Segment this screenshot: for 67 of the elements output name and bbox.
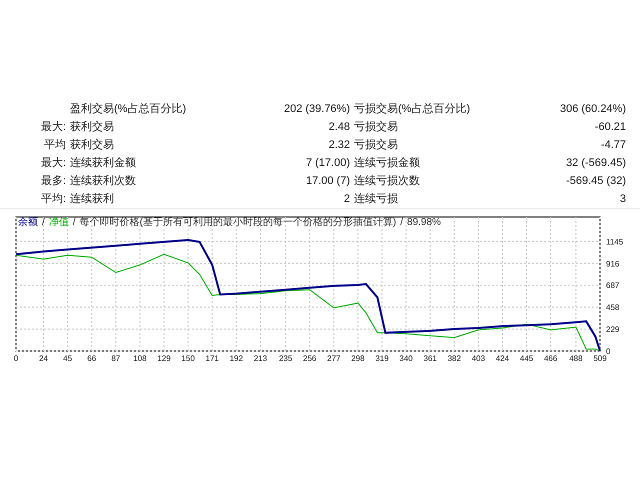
stat-label: 连续获利 bbox=[70, 192, 115, 207]
row-prefix: 最大: bbox=[40, 156, 66, 169]
separator: / bbox=[72, 218, 76, 228]
stat-label: 亏损交易 bbox=[354, 120, 399, 135]
y-tick-label: 458 bbox=[606, 303, 620, 312]
stat-value: 3 bbox=[618, 192, 626, 207]
x-tick-label: 466 bbox=[544, 354, 558, 363]
stat-label: 连续获利金额 bbox=[70, 156, 137, 171]
stat-label: 连续亏损金额 bbox=[354, 156, 421, 171]
x-tick-label: 277 bbox=[327, 354, 340, 363]
stat-label: 获利交易 bbox=[70, 120, 115, 135]
x-tick-label: 382 bbox=[448, 354, 461, 363]
legend-text: 每个即时价格(基于所有可利用的最小时段的每一个价格的分形插值计算) bbox=[80, 218, 396, 228]
x-tick-label: 298 bbox=[351, 354, 365, 363]
stat-label: 亏损交易 bbox=[354, 138, 399, 153]
y-tick-label: 1145 bbox=[606, 237, 624, 246]
x-tick-label: 256 bbox=[303, 354, 316, 363]
stat-value: 2.48 bbox=[328, 120, 350, 135]
x-tick-label: 488 bbox=[569, 354, 583, 363]
stat-value: 32 (-569.45) bbox=[565, 156, 626, 171]
y-tick-label: 229 bbox=[606, 325, 620, 334]
x-tick-label: 192 bbox=[230, 354, 243, 363]
stat-label: 连续亏损次数 bbox=[354, 174, 421, 189]
stat-value: 2 bbox=[342, 192, 350, 207]
legend-item: 净值 bbox=[48, 218, 69, 228]
separator: / bbox=[42, 218, 45, 228]
x-tick-label: 129 bbox=[157, 354, 171, 363]
row-prefix: 最多: bbox=[40, 174, 66, 187]
stat-value: -569.45 (32) bbox=[565, 174, 626, 189]
row-prefix: 平均 bbox=[44, 138, 66, 151]
stat-label: 亏损交易(%占总百分比) bbox=[354, 102, 472, 117]
x-tick-label: 171 bbox=[206, 354, 219, 363]
x-tick-label: 213 bbox=[254, 354, 268, 363]
x-tick-label: 108 bbox=[133, 354, 147, 363]
stat-label: 连续亏损 bbox=[354, 192, 399, 207]
stat-value: 17.00 (7) bbox=[304, 174, 350, 189]
legend-text: 89.98% bbox=[407, 218, 441, 228]
stat-value: 7 (17.00) bbox=[304, 156, 350, 171]
stat-value: 2.32 bbox=[328, 138, 350, 153]
x-tick-label: 361 bbox=[424, 354, 437, 363]
stat-label: 连续获利次数 bbox=[70, 174, 137, 189]
y-tick-label: 687 bbox=[606, 281, 620, 290]
x-tick-label: 150 bbox=[181, 354, 195, 363]
stat-value: -4.77 bbox=[600, 138, 626, 153]
y-tick-label: 0 bbox=[606, 347, 610, 356]
x-tick-label: 235 bbox=[278, 354, 292, 363]
row-prefix: 最大: bbox=[40, 120, 66, 133]
stat-value: -60.21 bbox=[594, 120, 626, 135]
stat-label: 获利交易 bbox=[70, 138, 115, 153]
separator: / bbox=[400, 218, 404, 228]
y-tick-label: 916 bbox=[606, 259, 620, 268]
x-tick-label: 509 bbox=[593, 354, 607, 363]
x-tick-label: 340 bbox=[399, 354, 413, 363]
stat-value: 202 (39.76%) bbox=[282, 102, 350, 117]
stat-value: 306 (60.24%) bbox=[558, 102, 626, 117]
x-tick-label: 403 bbox=[472, 354, 486, 363]
stat-label: 盈利交易(%占总百分比) bbox=[70, 102, 188, 117]
row-prefix: 平均: bbox=[40, 192, 66, 205]
x-tick-label: 24 bbox=[39, 354, 48, 363]
x-tick-label: 66 bbox=[87, 354, 96, 363]
legend-item: 余额 bbox=[18, 218, 38, 228]
x-tick-label: 424 bbox=[496, 354, 510, 363]
x-tick-label: 87 bbox=[111, 354, 120, 363]
x-tick-label: 0 bbox=[14, 354, 18, 363]
x-tick-label: 445 bbox=[520, 354, 534, 363]
x-tick-label: 45 bbox=[63, 354, 72, 363]
x-tick-label: 319 bbox=[375, 354, 389, 363]
